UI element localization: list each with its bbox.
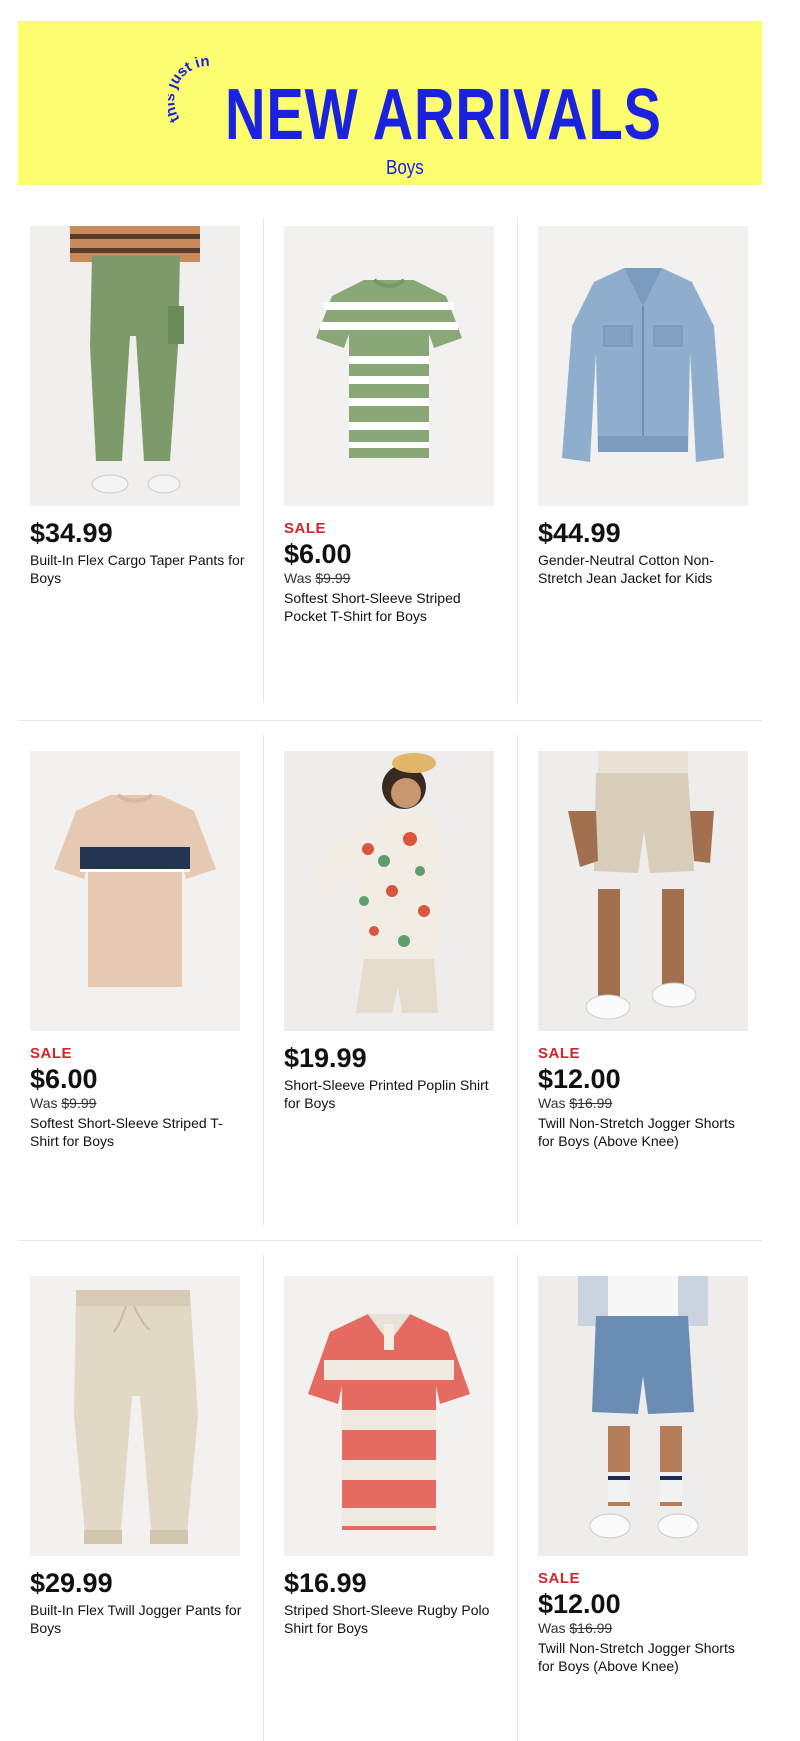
- product-price: $12.00: [538, 1589, 621, 1619]
- product-price: $44.99: [538, 518, 621, 548]
- product-card[interactable]: SALE $12.00 Was $16.99 Twill Non-Stretch…: [538, 1276, 768, 1675]
- sale-label: SALE: [538, 1570, 581, 1587]
- product-price: $34.99: [30, 518, 113, 548]
- column-divider: [517, 218, 518, 703]
- product-name[interactable]: Softest Short-Sleeve Striped T-Shirt for…: [30, 1114, 245, 1150]
- row-divider: [18, 1240, 762, 1241]
- product-name[interactable]: Twill Non-Stretch Jogger Shorts for Boys…: [538, 1639, 753, 1675]
- product-grid: $34.99 Built-In Flex Cargo Taper Pants f…: [0, 0, 800, 1741]
- product-name[interactable]: Twill Non-Stretch Jogger Shorts for Boys…: [538, 1114, 753, 1150]
- product-card[interactable]: $16.99 Striped Short-Sleeve Rugby Polo S…: [284, 1276, 514, 1637]
- product-photo[interactable]: [284, 751, 494, 1031]
- product-card[interactable]: SALE $6.00 Was $9.99 Softest Short-Sleev…: [30, 751, 260, 1150]
- product-card[interactable]: $19.99 Short-Sleeve Printed Poplin Shirt…: [284, 751, 514, 1112]
- column-divider: [263, 218, 264, 703]
- column-divider: [263, 1255, 264, 1741]
- product-name[interactable]: Built-In Flex Cargo Taper Pants for Boys: [30, 551, 245, 587]
- column-divider: [263, 735, 264, 1225]
- was-price: Was $9.99: [284, 570, 351, 586]
- was-price: Was $16.99: [538, 1620, 613, 1636]
- product-price: $29.99: [30, 1568, 113, 1598]
- product-card[interactable]: $44.99 Gender-Neutral Cotton Non-Stretch…: [538, 226, 768, 587]
- product-price: $6.00: [284, 539, 352, 569]
- sale-label: SALE: [284, 520, 327, 537]
- sale-label: SALE: [538, 1045, 581, 1062]
- product-price: $19.99: [284, 1043, 367, 1073]
- product-name[interactable]: Short-Sleeve Printed Poplin Shirt for Bo…: [284, 1076, 499, 1112]
- product-price: $6.00: [30, 1064, 98, 1094]
- product-card[interactable]: SALE $6.00 Was $9.99 Softest Short-Sleev…: [284, 226, 514, 625]
- was-price: Was $9.99: [30, 1095, 97, 1111]
- product-photo[interactable]: [30, 751, 240, 1031]
- product-photo[interactable]: [30, 226, 240, 506]
- product-photo[interactable]: [538, 751, 748, 1031]
- product-photo[interactable]: [538, 226, 748, 506]
- product-name[interactable]: Softest Short-Sleeve Striped Pocket T-Sh…: [284, 589, 499, 625]
- was-price: Was $16.99: [538, 1095, 613, 1111]
- column-divider: [517, 735, 518, 1225]
- column-divider: [517, 1255, 518, 1741]
- product-name[interactable]: Gender-Neutral Cotton Non-Stretch Jean J…: [538, 551, 753, 587]
- product-card[interactable]: $29.99 Built-In Flex Twill Jogger Pants …: [30, 1276, 260, 1637]
- product-card[interactable]: SALE $12.00 Was $16.99 Twill Non-Stretch…: [538, 751, 768, 1150]
- sale-label: SALE: [30, 1045, 73, 1062]
- product-photo[interactable]: [538, 1276, 748, 1556]
- product-price: $16.99: [284, 1568, 367, 1598]
- product-name[interactable]: Striped Short-Sleeve Rugby Polo Shirt fo…: [284, 1601, 499, 1637]
- product-price: $12.00: [538, 1064, 621, 1094]
- row-divider: [18, 720, 762, 721]
- product-card[interactable]: $34.99 Built-In Flex Cargo Taper Pants f…: [30, 226, 260, 587]
- product-photo[interactable]: [284, 226, 494, 506]
- product-photo[interactable]: [30, 1276, 240, 1556]
- product-photo[interactable]: [284, 1276, 494, 1556]
- product-name[interactable]: Built-In Flex Twill Jogger Pants for Boy…: [30, 1601, 245, 1637]
